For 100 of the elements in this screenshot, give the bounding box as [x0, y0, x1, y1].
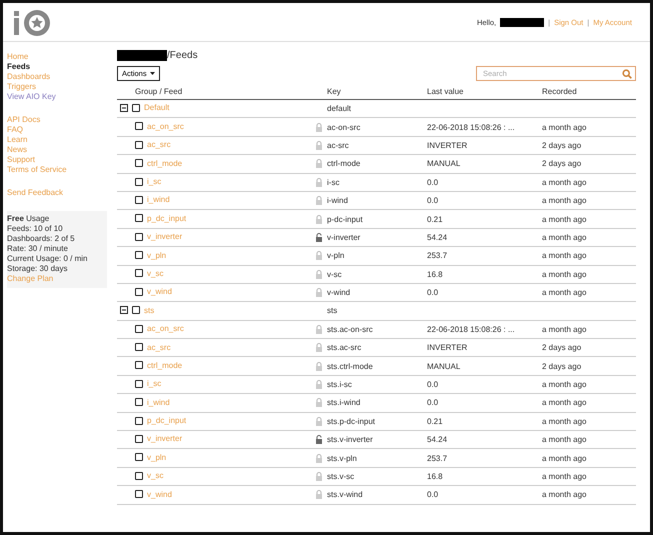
feed-link[interactable]: i_sc: [147, 379, 162, 388]
table-cell: 0.0: [427, 173, 542, 192]
checkbox[interactable]: [132, 104, 140, 112]
checkbox[interactable]: [135, 178, 143, 186]
checkbox[interactable]: [135, 324, 143, 333]
table-cell: MANUAL: [427, 356, 542, 376]
table-cell: 54.24: [427, 430, 542, 449]
table-cell: ctrl-mode: [327, 154, 427, 174]
table-cell: i-wind: [327, 191, 427, 210]
checkbox[interactable]: [135, 214, 143, 222]
table-cell: 0.21: [427, 210, 542, 228]
table-cell: sts.v-wind: [327, 486, 427, 504]
feed-link[interactable]: p_dc_input: [147, 214, 186, 223]
table-cell: 2 days ago: [542, 338, 636, 357]
change-plan-link[interactable]: Change Plan: [7, 274, 103, 284]
collapse-icon[interactable]: [120, 306, 128, 314]
sidebar-item[interactable]: API Docs: [7, 115, 107, 125]
checkbox[interactable]: [135, 398, 143, 406]
table-cell: a month ago: [542, 265, 636, 284]
table-cell: a month ago: [542, 394, 636, 412]
checkbox[interactable]: [135, 490, 143, 498]
checkbox[interactable]: [135, 343, 143, 352]
column-header: Group / Feed: [117, 83, 315, 100]
table-cell: 2 days ago: [542, 136, 636, 155]
checkbox[interactable]: [135, 453, 143, 462]
table-cell: a month ago: [542, 467, 636, 486]
checkbox[interactable]: [135, 269, 143, 278]
feed-link[interactable]: i_wind: [147, 195, 170, 204]
feed-link[interactable]: v_pln: [147, 250, 166, 260]
feed-link[interactable]: i_wind: [147, 398, 170, 407]
checkbox[interactable]: [135, 140, 143, 149]
sidebar-item[interactable]: Triggers: [7, 82, 107, 92]
feed-link[interactable]: ac_on_src: [147, 122, 184, 131]
table-cell: i-sc: [327, 173, 427, 192]
table-cell: sts.i-sc: [327, 375, 427, 394]
table-cell: sts.ac-src: [327, 338, 427, 357]
table-cell: sts.v-sc: [327, 467, 427, 486]
collapse-icon[interactable]: [120, 104, 128, 112]
feed-link[interactable]: ac_src: [147, 140, 171, 150]
checkbox[interactable]: [135, 159, 143, 168]
sidebar-item[interactable]: Learn: [7, 135, 107, 145]
feed-link[interactable]: ctrl_mode: [147, 158, 182, 168]
table-cell: 2 days ago: [542, 356, 636, 376]
sidebar-item[interactable]: Terms of Service: [7, 165, 107, 175]
table-cell: 0.21: [427, 412, 542, 431]
table-cell: sts.i-wind: [327, 394, 427, 412]
column-header: Recorded: [542, 83, 636, 100]
sidebar-item[interactable]: View AIO Key: [7, 92, 107, 102]
feed-link[interactable]: v_sc: [147, 471, 164, 480]
sidebar-item[interactable]: Dashboards: [7, 72, 107, 82]
table-cell: a month ago: [542, 191, 636, 210]
checkbox[interactable]: [135, 472, 143, 480]
feed-link[interactable]: ac_src: [147, 342, 171, 352]
feed-link[interactable]: v_wind: [147, 490, 172, 499]
feed-link[interactable]: v_inverter: [147, 232, 182, 242]
table-cell: v-pln: [327, 246, 427, 266]
checkbox[interactable]: [132, 306, 140, 314]
checkbox[interactable]: [135, 416, 143, 425]
feed-link[interactable]: v_pln: [147, 452, 166, 462]
table-cell: sts.v-pln: [327, 448, 427, 468]
feed-link[interactable]: v_wind: [147, 287, 172, 296]
table-cell: 16.8: [427, 467, 542, 486]
table-cell: 253.7: [427, 448, 542, 468]
table-cell: v-inverter: [327, 228, 427, 247]
sidebar-item[interactable]: Feeds: [7, 62, 107, 72]
checkbox[interactable]: [135, 380, 143, 388]
checkbox[interactable]: [135, 361, 143, 370]
sidebar-item[interactable]: Home: [7, 52, 107, 62]
usage-line: Rate: 30 / minute: [7, 244, 69, 254]
sidebar-item[interactable]: Support: [7, 155, 107, 165]
feed-link[interactable]: v_sc: [147, 268, 164, 278]
table-cell: 2 days ago: [542, 154, 636, 174]
feed-link[interactable]: ctrl_mode: [147, 360, 182, 370]
table-cell: 0.0: [427, 394, 542, 412]
table-cell: INVERTER: [427, 136, 542, 155]
sidebar-item[interactable]: FAQ: [7, 125, 107, 135]
group-link[interactable]: Default: [144, 103, 170, 112]
usage-line: Current Usage: 0 / min: [7, 254, 88, 264]
checkbox[interactable]: [135, 196, 143, 204]
feed-link[interactable]: ac_on_src: [147, 324, 184, 334]
search-icon[interactable]: [622, 68, 632, 78]
checkbox[interactable]: [135, 251, 143, 260]
feed-link[interactable]: i_sc: [147, 177, 162, 186]
sidebar-item[interactable]: News: [7, 145, 107, 155]
checkbox[interactable]: [135, 288, 143, 296]
sidebar-item[interactable]: Send Feedback: [7, 188, 107, 198]
table-cell: ac-src: [327, 136, 427, 155]
feed-link[interactable]: v_inverter: [147, 434, 182, 444]
feed-link[interactable]: p_dc_input: [147, 416, 186, 426]
table-cell: a month ago: [542, 448, 636, 468]
checkbox[interactable]: [135, 434, 143, 443]
checkbox[interactable]: [135, 232, 143, 241]
checkbox[interactable]: [135, 122, 143, 130]
redaction-bar: [500, 18, 544, 26]
group-link[interactable]: sts: [144, 306, 154, 315]
table-cell: a month ago: [542, 228, 636, 247]
table-cell: a month ago: [542, 486, 636, 504]
table-cell: a month ago: [542, 173, 636, 192]
table-cell: a month ago: [542, 246, 636, 266]
table-cell: sts.ctrl-mode: [327, 356, 427, 376]
